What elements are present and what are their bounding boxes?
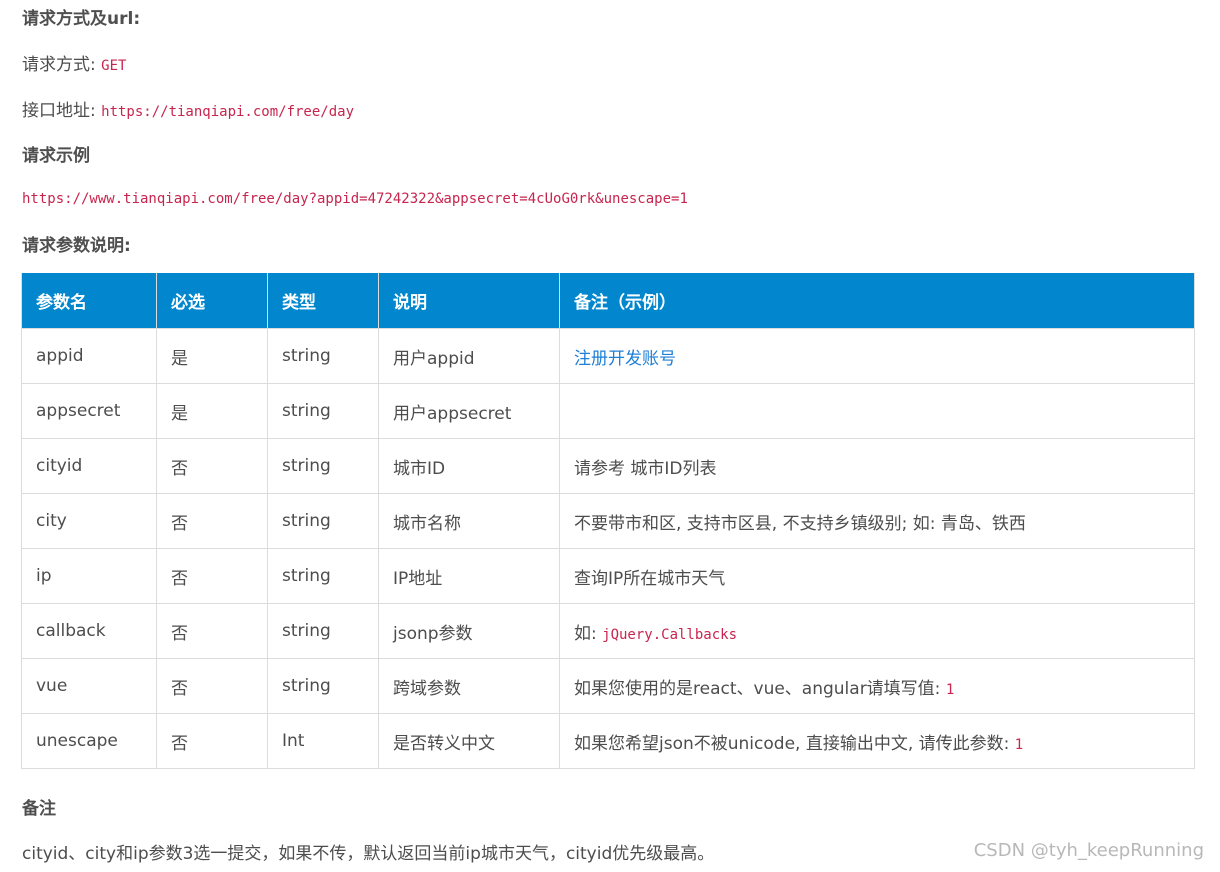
params-table: 参数名 必选 类型 说明 备注（示例） appid 是 string 用户appid 注… <box>21 273 1195 769</box>
cell-required: 否 <box>156 603 268 659</box>
cell-desc: 跨域参数 <box>378 658 560 714</box>
cell-name: ip <box>21 548 157 604</box>
cell-required: 否 <box>156 438 268 494</box>
request-method-heading: 请求方式及url: <box>22 9 141 29</box>
request-method-label: 请求方式: <box>22 55 96 75</box>
api-url-label: 接口地址: <box>22 101 96 121</box>
column-header-required: 必选 <box>156 273 268 329</box>
request-example-url: https://www.tianqiapi.com/free/day?appid… <box>22 191 688 207</box>
table-row: appid 是 string 用户appid 注册开发账号 <box>21 328 1195 384</box>
cell-name: callback <box>21 603 157 659</box>
cell-type: string <box>267 548 379 604</box>
cell-desc: 用户appsecret <box>378 383 560 439</box>
cell-type: Int <box>267 713 379 769</box>
table-row: cityid 否 string 城市ID 请参考 城市ID列表 <box>21 438 1195 494</box>
cell-note: 请参考 城市ID列表 <box>559 438 1195 494</box>
remarks-heading: 备注 <box>22 799 56 819</box>
cell-name: appsecret <box>21 383 157 439</box>
cell-required: 否 <box>156 548 268 604</box>
cell-name: unescape <box>21 713 157 769</box>
cell-note: 注册开发账号 <box>559 328 1195 384</box>
column-header-type: 类型 <box>267 273 379 329</box>
cell-required: 是 <box>156 328 268 384</box>
cell-required: 否 <box>156 658 268 714</box>
cell-type: string <box>267 658 379 714</box>
note-text: 查询IP所在城市天气 <box>574 568 726 589</box>
request-example-line: https://www.tianqiapi.com/free/day?appid… <box>22 188 688 207</box>
request-example-heading: 请求示例 <box>22 146 90 166</box>
note-text: 如果您使用的是react、vue、angular请填写值: <box>574 678 946 699</box>
csdn-watermark: CSDN @tyh_keepRunning <box>973 840 1204 861</box>
api-url-line: 接口地址: https://tianqiapi.com/free/day <box>22 96 354 121</box>
column-header-desc: 说明 <box>378 273 560 329</box>
cell-type: string <box>267 603 379 659</box>
cell-note <box>559 383 1195 439</box>
cell-note: 如果您使用的是react、vue、angular请填写值: 1 <box>559 658 1195 714</box>
cell-name: appid <box>21 328 157 384</box>
api-url-value: https://tianqiapi.com/free/day <box>101 104 355 120</box>
cell-type: string <box>267 493 379 549</box>
table-row: callback 否 string jsonp参数 如: jQuery.Callback… <box>21 603 1195 659</box>
cell-note: 查询IP所在城市天气 <box>559 548 1195 604</box>
cell-required: 否 <box>156 713 268 769</box>
remarks-text: cityid、city和ip参数3选一提交，如果不传，默认返回当前ip城市天气，… <box>22 844 715 864</box>
table-row: vue 否 string 跨域参数 如果您使用的是react、vue、angular请填… <box>21 658 1195 714</box>
note-code-value: 1 <box>945 681 955 698</box>
cell-desc: 是否转义中文 <box>378 713 560 769</box>
note-text: 请参考 城市ID列表 <box>574 458 717 479</box>
cell-desc: jsonp参数 <box>378 603 560 659</box>
table-row: appsecret 是 string 用户appsecret <box>21 383 1195 439</box>
cell-note: 不要带市和区, 支持市区县, 不支持乡镇级别; 如: 青岛、铁西 <box>559 493 1195 549</box>
column-header-note: 备注（示例） <box>559 273 1195 329</box>
cell-name: cityid <box>21 438 157 494</box>
request-method-value: GET <box>101 58 127 74</box>
params-table-header-row: 参数名 必选 类型 说明 备注（示例） <box>21 273 1195 329</box>
cell-note: 如果您希望json不被unicode, 直接输出中文, 请传此参数: 1 <box>559 713 1195 769</box>
cell-desc: IP地址 <box>378 548 560 604</box>
note-text: 不要带市和区, 支持市区县, 不支持乡镇级别; 如: 青岛、铁西 <box>574 513 1026 534</box>
request-method-line: 请求方式: GET <box>22 50 126 75</box>
cell-name: city <box>21 493 157 549</box>
column-header-name: 参数名 <box>21 273 157 329</box>
table-row: ip 否 string IP地址 查询IP所在城市天气 <box>21 548 1195 604</box>
cell-type: string <box>267 383 379 439</box>
cell-name: vue <box>21 658 157 714</box>
cell-desc: 城市ID <box>378 438 560 494</box>
note-code-value: jQuery.Callbacks <box>602 626 737 643</box>
cell-required: 是 <box>156 383 268 439</box>
note-code-value: 1 <box>1014 736 1024 753</box>
note-text: 如果您希望json不被unicode, 直接输出中文, 请传此参数: <box>574 733 1015 754</box>
table-row: unescape 否 Int 是否转义中文 如果您希望json不被unicode, 直接… <box>21 713 1195 769</box>
cell-type: string <box>267 438 379 494</box>
register-account-link[interactable]: 注册开发账号 <box>574 349 676 369</box>
cell-desc: 城市名称 <box>378 493 560 549</box>
params-heading: 请求参数说明: <box>22 236 131 256</box>
cell-required: 否 <box>156 493 268 549</box>
table-row: city 否 string 城市名称 不要带市和区, 支持市区县, 不支持乡镇级别; 如… <box>21 493 1195 549</box>
cell-type: string <box>267 328 379 384</box>
cell-desc: 用户appid <box>378 328 560 384</box>
note-text: 如: <box>574 623 603 644</box>
cell-note: 如: jQuery.Callbacks <box>559 603 1195 659</box>
